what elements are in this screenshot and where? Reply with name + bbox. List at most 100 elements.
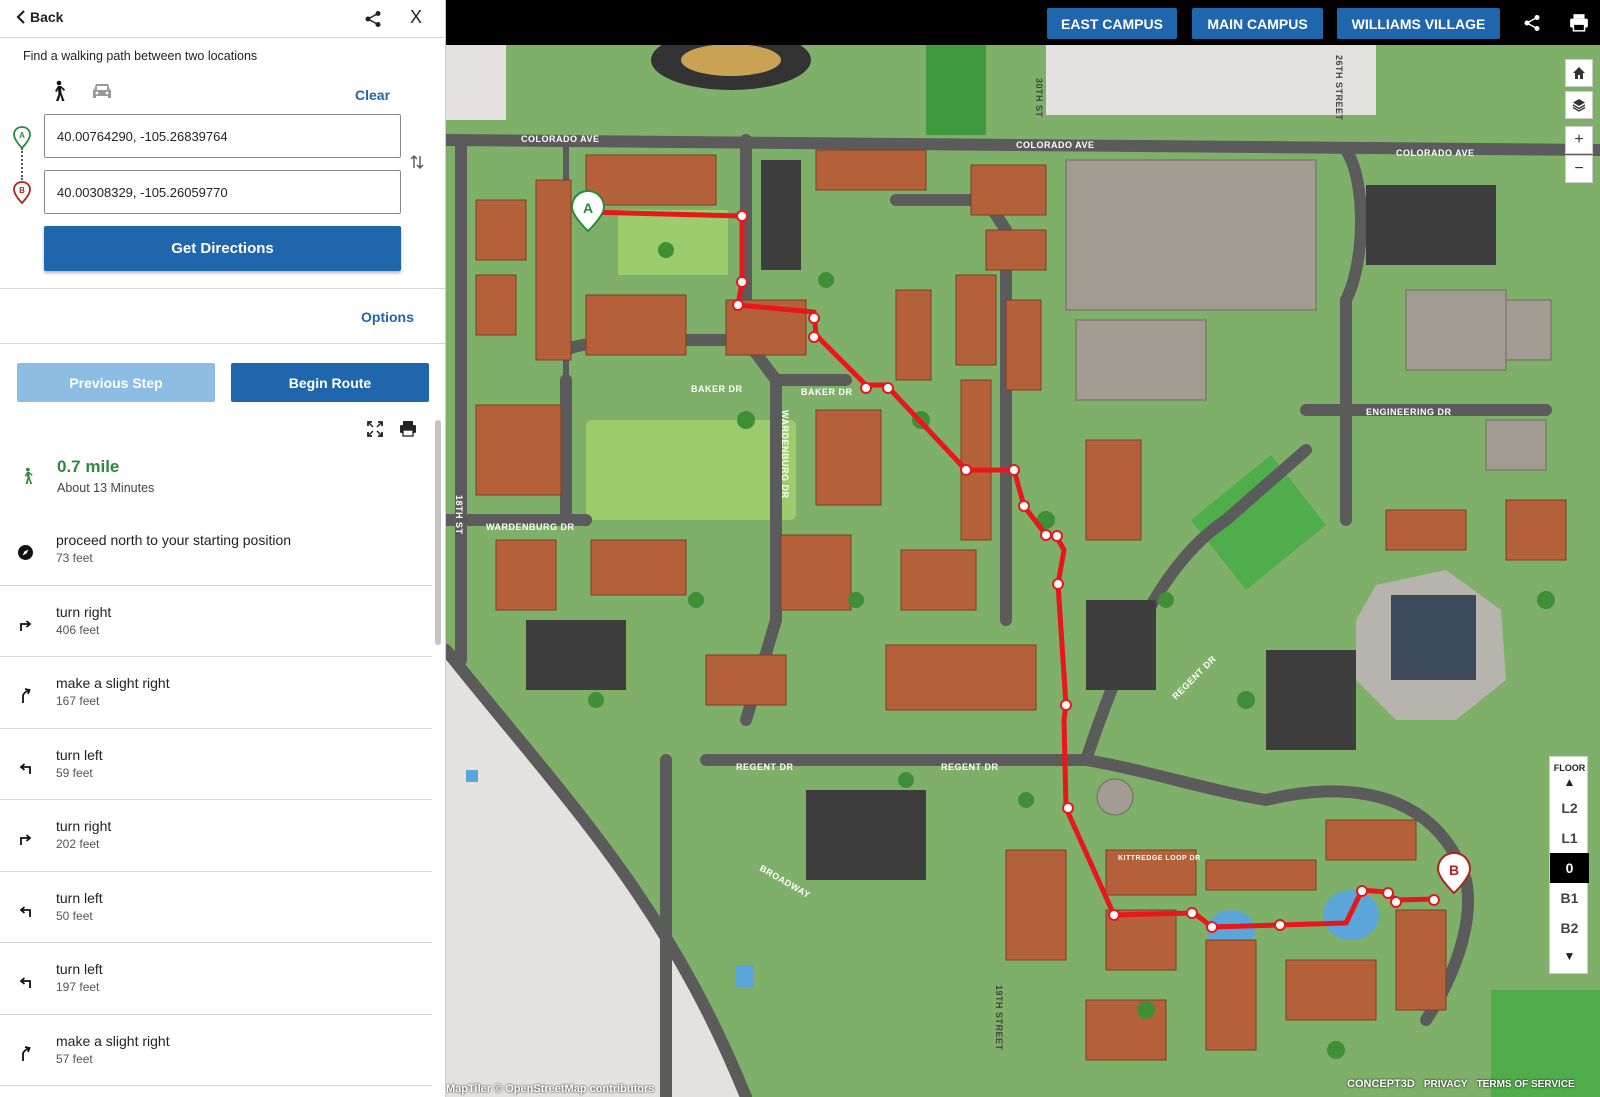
step-instruction: turn left bbox=[56, 889, 103, 906]
step-instruction: turn right bbox=[56, 818, 112, 834]
step-distance: 167 feet bbox=[56, 694, 100, 708]
direction-step[interactable]: turn left 59 feet bbox=[0, 729, 432, 800]
slight-right-icon bbox=[17, 687, 34, 704]
share-icon[interactable] bbox=[1523, 14, 1541, 32]
step-distance: 406 feet bbox=[56, 622, 100, 637]
zoom-out-icon: − bbox=[1574, 160, 1584, 177]
street-label: REGENT DR bbox=[941, 762, 999, 772]
turn-left-icon bbox=[17, 759, 34, 776]
slight-right-icon bbox=[17, 1045, 34, 1062]
direction-step[interactable]: turn left 50 feet bbox=[0, 872, 432, 943]
route-duration: About 13 Minutes bbox=[57, 481, 155, 495]
directions-panel: Back X Find a walking path between two l… bbox=[0, 0, 446, 1097]
divider bbox=[0, 288, 445, 289]
street-label: 18TH ST bbox=[454, 495, 464, 535]
swap-icon[interactable] bbox=[410, 154, 424, 170]
step-distance: 59 feet bbox=[56, 765, 93, 780]
print-icon[interactable] bbox=[399, 420, 417, 437]
step-instruction: make a slight right bbox=[56, 675, 170, 691]
city-area-north bbox=[1046, 45, 1376, 115]
direction-step[interactable]: make a slight right 57 feet bbox=[0, 1015, 432, 1086]
start-location-input[interactable] bbox=[44, 114, 401, 158]
step-distance: 57 feet bbox=[56, 1051, 93, 1066]
begin-route-button[interactable]: Begin Route bbox=[231, 363, 429, 402]
street-label: COLORADO AVE bbox=[1396, 148, 1475, 158]
step-instruction: turn left bbox=[56, 961, 103, 977]
floor-down-icon[interactable]: ▼ bbox=[1550, 949, 1589, 963]
floor-l2[interactable]: L2 bbox=[1550, 793, 1589, 823]
panel-subtitle: Find a walking path between two location… bbox=[23, 49, 258, 63]
end-pin-label: B bbox=[19, 186, 25, 195]
driving-mode-icon[interactable] bbox=[90, 80, 114, 102]
turn-right-icon bbox=[17, 616, 34, 633]
direction-step[interactable]: make a slight right 167 feet bbox=[0, 657, 432, 729]
walking-icon bbox=[24, 467, 33, 484]
map-attribution: MapTiler © OpenStreetMap contributors bbox=[446, 1083, 655, 1095]
terms-link[interactable]: TERMS OF SERVICE bbox=[1477, 1079, 1575, 1090]
floor-l1[interactable]: L1 bbox=[1550, 823, 1589, 853]
get-directions-button[interactable]: Get Directions bbox=[44, 226, 401, 271]
direction-step[interactable]: turn right 406 feet bbox=[0, 586, 432, 657]
floor-0[interactable]: 0 bbox=[1550, 853, 1589, 883]
street-label: COLORADO AVE bbox=[521, 134, 600, 144]
campus-map[interactable]: COLORADO AVE COLORADO AVE COLORADO AVE B… bbox=[446, 0, 1600, 1097]
street-label: COLORADO AVE bbox=[1016, 140, 1095, 150]
divider bbox=[0, 343, 445, 344]
street-label: 30TH ST bbox=[1034, 78, 1044, 118]
clear-button[interactable]: Clear bbox=[355, 87, 390, 103]
compass-icon bbox=[17, 544, 34, 561]
expand-icon[interactable] bbox=[367, 421, 383, 437]
step-instruction: proceed north to your starting position bbox=[56, 532, 292, 548]
floor-b1[interactable]: B1 bbox=[1550, 883, 1589, 913]
privacy-link[interactable]: PRIVACY bbox=[1424, 1079, 1468, 1090]
close-button[interactable]: X bbox=[410, 7, 422, 28]
step-instruction: make a slight right bbox=[56, 1032, 170, 1049]
map-canvas[interactable]: COLORADO AVE COLORADO AVE COLORADO AVE B… bbox=[446, 0, 1600, 1097]
street-label: 26TH STREET bbox=[1334, 55, 1344, 121]
turn-left-icon bbox=[17, 902, 34, 919]
turn-left-icon bbox=[17, 973, 34, 990]
start-pin-label: A bbox=[19, 131, 25, 140]
back-button[interactable]: Back bbox=[16, 9, 63, 25]
main-campus-button[interactable]: MAIN CAMPUS bbox=[1192, 8, 1323, 39]
turn-right-icon bbox=[17, 830, 34, 847]
share-icon[interactable] bbox=[364, 10, 382, 28]
print-icon[interactable] bbox=[1569, 13, 1589, 32]
street-label: WARDENBURG DR bbox=[780, 410, 790, 499]
step-distance: 197 feet bbox=[56, 980, 100, 994]
home-icon bbox=[1573, 67, 1585, 79]
scrollbar-thumb[interactable] bbox=[435, 420, 441, 645]
end-location-input[interactable] bbox=[44, 170, 401, 214]
direction-step[interactable]: turn left 197 feet bbox=[0, 943, 432, 1015]
chevron-left-icon bbox=[16, 10, 25, 24]
floor-label: FLOOR bbox=[1553, 763, 1586, 773]
back-label: Back bbox=[30, 9, 64, 25]
williams-village-button[interactable]: WILLIAMS VILLAGE bbox=[1337, 8, 1500, 39]
floor-selector: FLOOR ▲ L2 L1 0 B1 B2 ▼ bbox=[1549, 756, 1589, 974]
step-distance: 73 feet bbox=[56, 551, 93, 565]
start-pin-icon: A bbox=[13, 126, 31, 150]
end-pin-icon: B bbox=[13, 181, 31, 205]
street-label: BAKER DR bbox=[801, 387, 853, 397]
home-button[interactable] bbox=[1565, 59, 1593, 87]
start-marker-label: A bbox=[583, 200, 593, 216]
step-instruction: turn left bbox=[56, 746, 103, 763]
zoom-in-button[interactable]: + bbox=[1565, 126, 1593, 154]
walking-mode-icon[interactable] bbox=[48, 80, 68, 102]
street-label: 19TH STREET bbox=[994, 985, 1004, 1051]
street-label: WARDENBURG DR bbox=[486, 522, 575, 532]
street-label: BAKER DR bbox=[691, 384, 743, 394]
panel-topbar: Back X bbox=[0, 0, 445, 38]
direction-step[interactable]: turn right 202 feet bbox=[0, 800, 432, 872]
floor-b2[interactable]: B2 bbox=[1550, 913, 1589, 943]
previous-step-button[interactable]: Previous Step bbox=[17, 363, 215, 402]
floor-up-icon[interactable]: ▲ bbox=[1550, 775, 1589, 789]
east-campus-button[interactable]: EAST CAMPUS bbox=[1047, 8, 1177, 39]
direction-step[interactable]: proceed north to your starting position 7… bbox=[0, 514, 432, 586]
layers-button[interactable] bbox=[1565, 91, 1593, 119]
concept3d-logo[interactable]: CONCEPT3D bbox=[1347, 1078, 1415, 1090]
step-distance: 202 feet bbox=[56, 837, 100, 851]
options-button[interactable]: Options bbox=[361, 309, 414, 325]
zoom-out-button[interactable]: − bbox=[1565, 155, 1593, 183]
lawn bbox=[586, 420, 796, 520]
